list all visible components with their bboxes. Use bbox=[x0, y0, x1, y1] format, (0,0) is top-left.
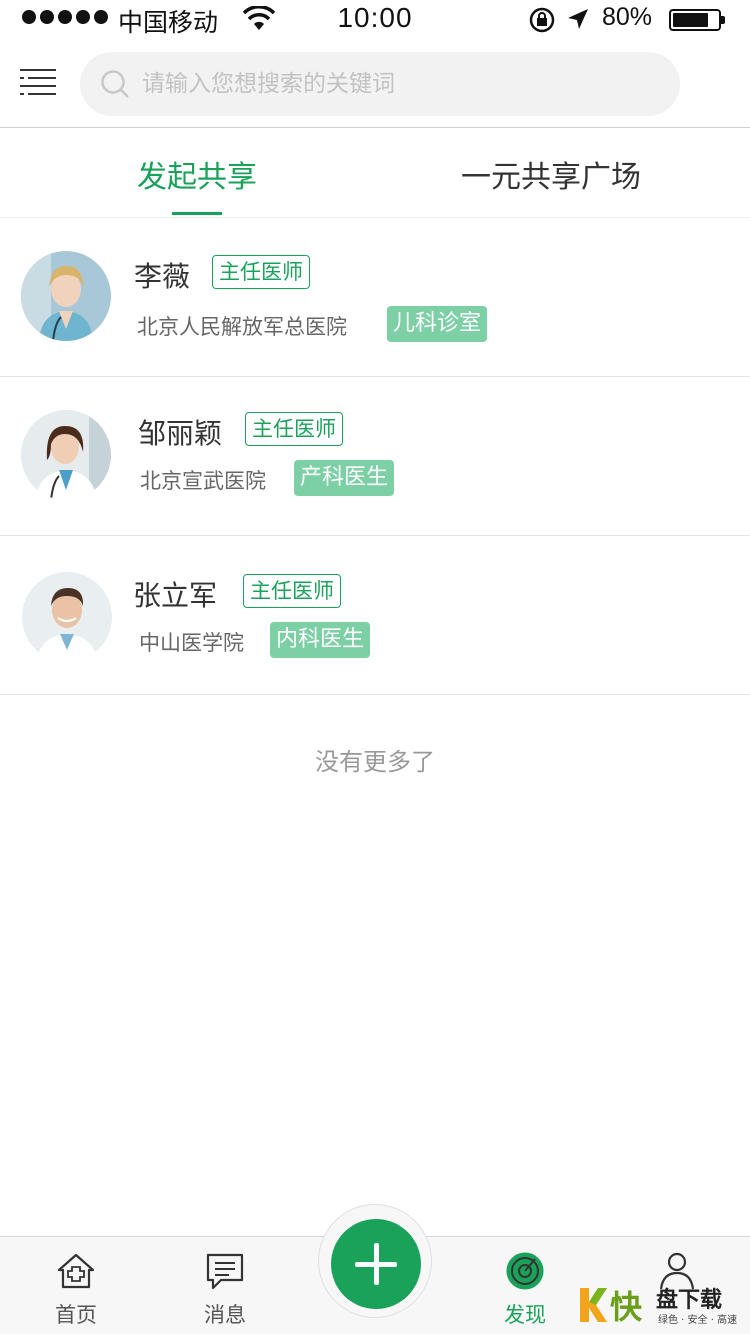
nav-home-label: 首页 bbox=[55, 1303, 97, 1327]
nav-messages[interactable]: 消息 bbox=[165, 1237, 285, 1334]
status-bar: 中国移动 10:00 80% bbox=[0, 0, 750, 40]
title-badge: 主任医师 bbox=[243, 574, 341, 608]
department-badge: 儿科诊室 bbox=[387, 306, 488, 342]
add-button[interactable] bbox=[331, 1219, 421, 1309]
tab-bar: 发起共享 一元共享广场 bbox=[0, 128, 750, 218]
hospital-name: 中山医学院 bbox=[139, 631, 244, 655]
watermark-logo: 快 盘下载 绿色 · 安全 · 高速 bbox=[578, 1280, 748, 1328]
rotation-lock-icon bbox=[529, 7, 555, 33]
nav-home[interactable]: 首页 bbox=[16, 1237, 136, 1334]
battery-icon bbox=[669, 9, 725, 31]
avatar bbox=[21, 251, 111, 341]
search-icon bbox=[101, 70, 129, 98]
title-badge: 主任医师 bbox=[212, 255, 310, 289]
doctor-list: 李薇 主任医师 北京人民解放军总医院 儿科诊室 邹丽颖 主任医师 北京宣武医院 … bbox=[0, 218, 750, 695]
discover-icon bbox=[506, 1252, 544, 1290]
tab-share-square[interactable]: 一元共享广场 bbox=[461, 152, 641, 196]
search-input[interactable] bbox=[142, 52, 662, 116]
list-item[interactable]: 李薇 主任医师 北京人民解放军总医院 儿科诊室 bbox=[0, 218, 750, 377]
list-end-text: 没有更多了 bbox=[315, 748, 435, 776]
doctor-name: 李薇 bbox=[134, 260, 191, 293]
battery-percent: 80% bbox=[602, 3, 653, 31]
department-badge: 内科医生 bbox=[270, 622, 371, 658]
message-icon bbox=[206, 1253, 244, 1290]
menu-icon[interactable] bbox=[20, 67, 58, 99]
doctor-name: 邹丽颖 bbox=[138, 417, 223, 450]
hospital-name: 北京宣武医院 bbox=[140, 469, 266, 493]
avatar bbox=[22, 572, 112, 662]
department-badge: 产科医生 bbox=[294, 460, 395, 496]
avatar bbox=[21, 410, 111, 500]
nav-messages-label: 消息 bbox=[204, 1303, 246, 1327]
search-box[interactable] bbox=[80, 52, 680, 116]
list-item[interactable]: 邹丽颖 主任医师 北京宣武医院 产科医生 bbox=[0, 377, 750, 536]
doctor-name: 张立军 bbox=[133, 579, 218, 612]
hospital-name: 北京人民解放军总医院 bbox=[137, 315, 347, 339]
nav-discover-label: 发现 bbox=[504, 1303, 546, 1327]
watermark-k-icon bbox=[580, 1288, 607, 1322]
location-arrow-icon bbox=[568, 9, 588, 29]
home-icon bbox=[57, 1253, 95, 1289]
active-tab-indicator bbox=[172, 212, 222, 215]
watermark-title: 盘下载 bbox=[656, 1288, 723, 1313]
tab-start-share[interactable]: 发起共享 bbox=[137, 152, 257, 196]
watermark-subtitle: 绿色 · 安全 · 高速 bbox=[658, 1315, 738, 1326]
list-item[interactable]: 张立军 主任医师 中山医学院 内科医生 bbox=[0, 536, 750, 695]
nav-discover[interactable]: 发现 bbox=[465, 1237, 585, 1334]
watermark-big-char: 快 bbox=[610, 1288, 643, 1326]
title-badge: 主任医师 bbox=[245, 412, 343, 446]
top-bar bbox=[0, 40, 750, 128]
